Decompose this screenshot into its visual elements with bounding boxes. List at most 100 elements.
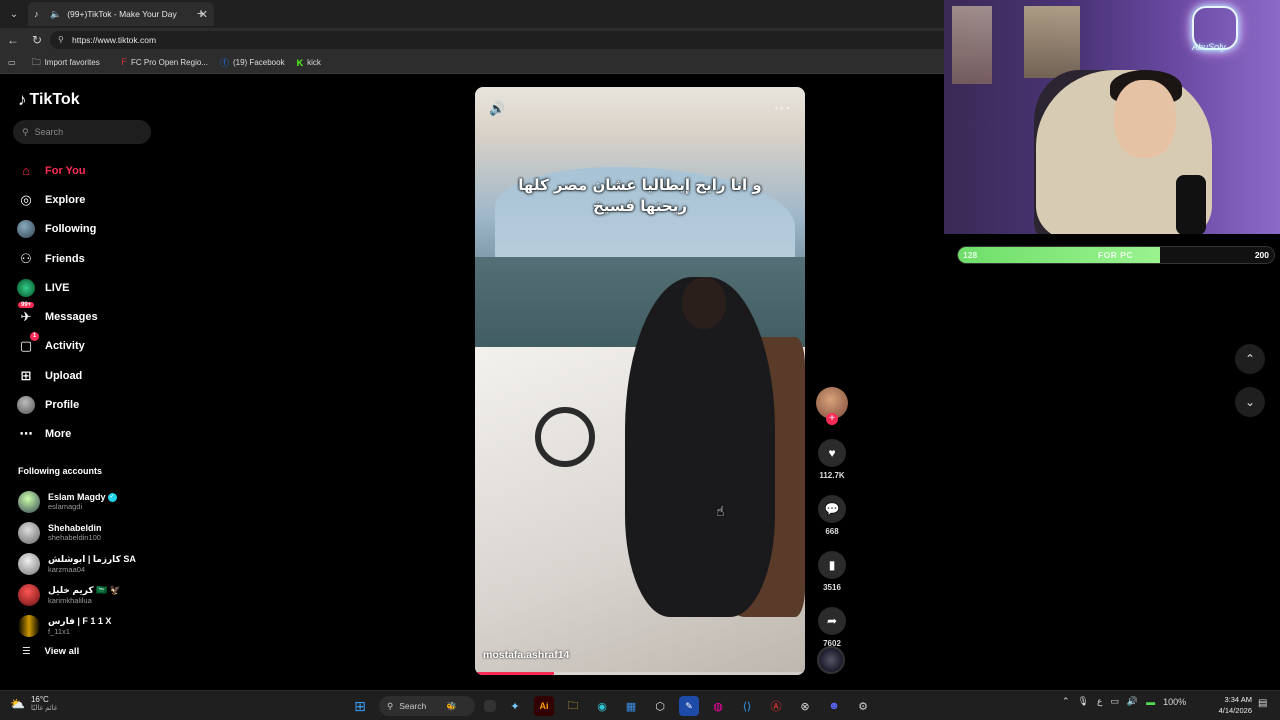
notification-icon[interactable]: ▤ — [1258, 698, 1267, 709]
vscode-icon[interactable]: ⟨⟩ — [737, 696, 757, 716]
music-disc-icon[interactable] — [817, 646, 845, 674]
nav-friends[interactable]: ⚇ Friends — [16, 244, 98, 273]
tiktok-logo[interactable]: ♪ TikTok — [18, 90, 80, 110]
browser-tab[interactable]: ♪ 🔈 (99+)TikTok - Make Your Day ✕ — [28, 2, 214, 26]
share-icon: ➦ — [826, 614, 838, 628]
weather-widget[interactable]: ⛅ 16°C غائم غالبًا — [10, 695, 57, 712]
nav-profile[interactable]: Profile — [16, 390, 98, 419]
microphone — [1176, 175, 1206, 234]
goal-target: 200 — [1254, 250, 1269, 260]
list-icon: ☰ — [22, 646, 31, 657]
folder-icon: 🗀 — [31, 56, 41, 67]
bookmark-fc-pro[interactable]: ᖴ FC Pro Open Regio... — [122, 57, 208, 68]
battery-percent: 100% — [1163, 696, 1187, 707]
unity-icon[interactable]: ⬡ — [650, 696, 670, 716]
task-view-icon[interactable] — [484, 700, 496, 712]
tab-list-icon[interactable]: ⌄ — [4, 4, 24, 24]
following-accounts-list: Eslam Magdy ✓ eslamagdi Shehabeldin sheha… — [18, 486, 136, 641]
file-explorer-icon[interactable]: 🗀 — [563, 696, 583, 716]
reading-list-icon[interactable]: ▭ — [8, 58, 16, 67]
action-rail: + ♥ 112.7K 💬 668 ▮ 3516 ➦ 7602 — [815, 387, 849, 651]
creator-avatar[interactable]: + — [816, 387, 848, 425]
search-input[interactable]: ⚲ Search — [13, 120, 151, 144]
back-icon[interactable]: ← — [4, 31, 22, 49]
cloud-icon: ⛅ — [10, 696, 25, 711]
volume-icon[interactable]: 🔊 — [1127, 696, 1138, 707]
compass-icon: ◎ — [20, 191, 32, 207]
video-frame — [535, 407, 595, 467]
tab-audio-icon[interactable]: 🔈 — [50, 9, 61, 20]
volume-icon[interactable]: 🔊 — [489, 101, 505, 117]
nav-more[interactable]: ⋯ More — [16, 420, 98, 449]
nav-explore[interactable]: ◎ Explore — [16, 185, 98, 214]
nav-live[interactable]: LIVE — [16, 273, 98, 302]
save-button[interactable]: ▮ — [818, 551, 846, 579]
address-bar[interactable]: ⚲ https://www.tiktok.com — [50, 31, 950, 49]
nav-following[interactable]: Following — [16, 215, 98, 244]
app-icon[interactable]: ◍ — [708, 696, 728, 716]
video-progress-fill — [475, 672, 555, 675]
profile-avatar — [16, 395, 36, 415]
chevron-down-icon: ⌄ — [1244, 395, 1256, 409]
xbox-icon[interactable]: ⊗ — [795, 696, 815, 716]
video-progress-bar[interactable] — [475, 672, 805, 675]
main-nav: ⌂ For You ◎ Explore Following ⚇ Friends … — [16, 156, 98, 449]
nav-activity[interactable]: ▢ 1 Activity — [16, 332, 98, 361]
clock[interactable]: 3:34 AM 4/14/2026 — [1212, 694, 1252, 716]
nav-for-you[interactable]: ⌂ For You — [16, 156, 98, 185]
store-icon[interactable]: ▦ — [621, 696, 641, 716]
discord-icon[interactable]: ☻ — [824, 696, 844, 716]
follow-plus-icon[interactable]: + — [826, 413, 838, 425]
bookmark-import-favorites[interactable]: 🗀 Import favorites — [32, 55, 100, 71]
microphone-icon[interactable]: 🎙 — [1078, 696, 1089, 707]
new-tab-icon[interactable]: + — [192, 4, 210, 22]
heart-icon: ♥ — [828, 446, 836, 460]
comment-button[interactable]: 💬 — [818, 495, 846, 523]
next-video-button[interactable]: ⌄ — [1235, 387, 1265, 417]
chevron-up-icon[interactable]: ⌃ — [1062, 696, 1070, 707]
comment-count: 668 — [825, 527, 839, 536]
view-all-button[interactable]: ☰ View all — [22, 646, 79, 657]
goal-label: FOR PC — [1098, 250, 1134, 260]
edge-icon[interactable]: ◉ — [592, 696, 612, 716]
language-indicator[interactable]: ع — [1097, 696, 1102, 707]
following-icon — [16, 219, 36, 239]
live-icon — [16, 278, 36, 298]
search-highlight-icon: 🐝 — [446, 700, 457, 711]
steam-icon[interactable]: ⚙ — [853, 696, 873, 716]
following-account[interactable]: Shehabeldin shehabeldin100 — [18, 517, 136, 548]
following-account[interactable]: فارس | F 1 1 X f_11x1 — [18, 610, 136, 641]
taskbar-apps: ⊞ ⚲ Search 🐝 ✦ Ai 🗀 ◉ ▦ ⬡ ✎ ◍ ⟨⟩ Ⓐ ⊗ ☻ ⚙ — [350, 696, 873, 716]
tab-title: (99+)TikTok - Make Your Day — [67, 9, 177, 19]
copilot-icon[interactable]: ✦ — [505, 696, 525, 716]
bookmark-kick[interactable]: K kick — [297, 58, 321, 68]
video-player[interactable]: 🔊 ··· و انا رايح إيطاليا عشان مصر كلها ر… — [475, 87, 805, 675]
save-count: 3516 — [823, 583, 841, 592]
following-account[interactable]: كريم خليل 🇸🇦 🦅 karimkhalilua — [18, 579, 136, 610]
network-icon[interactable]: ▭ — [1110, 696, 1119, 707]
more-icon: ⋯ — [19, 426, 33, 442]
refresh-icon[interactable]: ↻ — [28, 31, 46, 49]
windows-start-icon[interactable]: ⊞ — [350, 696, 370, 716]
video-author[interactable]: mostafa.ashraf14 — [483, 649, 569, 661]
share-button[interactable]: ➦ — [818, 607, 846, 635]
activity-icon: ▢ 1 — [16, 332, 39, 356]
previous-video-button[interactable]: ⌃ — [1235, 344, 1265, 374]
site-info-icon[interactable]: ⚲ — [58, 31, 64, 49]
following-accounts-title: Following accounts — [18, 466, 103, 476]
taskbar-search[interactable]: ⚲ Search 🐝 — [379, 696, 475, 716]
more-options-icon[interactable]: ··· — [774, 99, 791, 115]
chevron-up-icon: ⌃ — [1244, 352, 1256, 366]
nav-upload[interactable]: ⊞ Upload — [16, 361, 98, 390]
illustrator-icon[interactable]: Ai — [534, 696, 554, 716]
like-button[interactable]: ♥ — [818, 439, 846, 467]
acrobat-icon[interactable]: Ⓐ — [766, 696, 786, 716]
battery-icon[interactable]: ▬ — [1146, 697, 1155, 707]
vs-icon[interactable]: ✎ — [679, 696, 699, 716]
taskbar: ⛅ 16°C غائم غالبًا ⊞ ⚲ Search 🐝 ✦ Ai 🗀 ◉… — [0, 690, 1280, 720]
nav-messages[interactable]: ✈ 99+ Messages — [16, 302, 98, 331]
bookmark-facebook[interactable]: ⓕ (19) Facebook — [220, 56, 285, 69]
following-account[interactable]: Eslam Magdy ✓ eslamagdi — [18, 486, 136, 517]
following-account[interactable]: كارزما | ابوشلش SA karzmaa04 — [18, 548, 136, 579]
streamer-face — [1114, 80, 1176, 158]
